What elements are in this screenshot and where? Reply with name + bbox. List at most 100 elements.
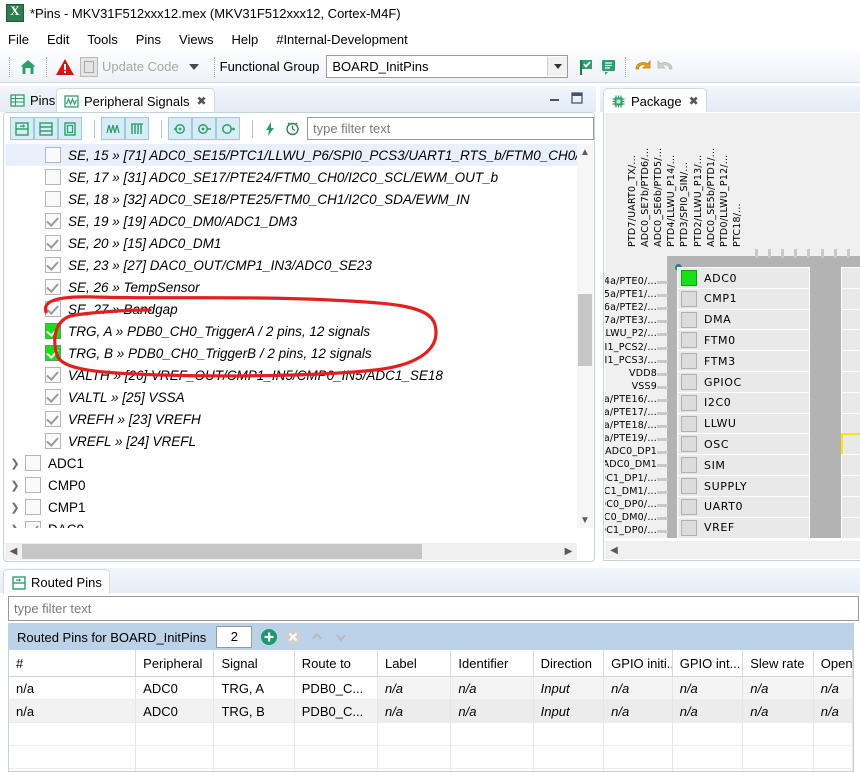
- chevron-down-icon[interactable]: ▼: [577, 512, 593, 528]
- routed-pins-count[interactable]: 2: [216, 626, 252, 648]
- show-package-icon[interactable]: [58, 117, 82, 140]
- tree-item[interactable]: ❯CMP0: [5, 474, 577, 496]
- peripheral-toggle[interactable]: [681, 436, 697, 452]
- tree-item[interactable]: VREFL » [24] VREFL: [5, 430, 577, 452]
- tree-item-checkbox[interactable]: [45, 191, 61, 207]
- package-peripheral-vref[interactable]: VREF: [677, 517, 810, 538]
- package-peripheral-slot[interactable]: [841, 392, 860, 414]
- package-diagram[interactable]: ADC1_SE4a/PTE0/...ADC1_SE5a/PTE1/...ADC1…: [605, 113, 860, 538]
- tree-item-checkbox[interactable]: [45, 411, 61, 427]
- tree-horizontal-scrollbar[interactable]: ◀ ▶: [5, 543, 577, 560]
- show-routed-icon[interactable]: [34, 117, 58, 140]
- undo-icon[interactable]: [633, 58, 652, 76]
- tree-item-checkbox[interactable]: [25, 477, 41, 493]
- package-peripheral-slot[interactable]: [841, 413, 860, 435]
- tree-item-checkbox[interactable]: [45, 279, 61, 295]
- table-cell[interactable]: n/a: [673, 677, 744, 700]
- tree-item[interactable]: VREFH » [23] VREFH: [5, 408, 577, 430]
- tree-item[interactable]: VALTH » [26] VREF_OUT/CMP1_IN5/CMP0_IN5/…: [5, 364, 577, 386]
- functional-group-select[interactable]: BOARD_InitPins: [326, 55, 568, 78]
- column-header[interactable]: Open: [814, 650, 853, 676]
- package-peripheral-slot[interactable]: [841, 309, 860, 331]
- tree-item[interactable]: SE, 17 » [31] ADC0_SE17/PTE24/FTM0_CH0/I…: [5, 166, 577, 188]
- home-icon[interactable]: [18, 57, 38, 77]
- package-peripheral-adc0[interactable]: ADC0: [677, 267, 810, 289]
- close-icon[interactable]: ✖: [689, 94, 699, 108]
- tab-routed-pins[interactable]: Routed Pins: [3, 569, 110, 594]
- package-peripheral-sim[interactable]: SIM: [677, 454, 810, 476]
- chevron-right-icon[interactable]: ❯: [5, 479, 25, 492]
- table-cell[interactable]: TRG, A: [214, 677, 294, 700]
- peripheral-toggle[interactable]: [681, 395, 697, 411]
- tree-item-checkbox[interactable]: [45, 301, 61, 317]
- peripheral-toggle[interactable]: [681, 457, 697, 473]
- package-peripheral-slot[interactable]: [841, 517, 860, 538]
- column-header[interactable]: GPIO initi...: [604, 650, 673, 676]
- menu-item-tools[interactable]: Tools: [87, 32, 117, 47]
- package-peripheral-osc[interactable]: OSC: [677, 433, 810, 455]
- menu-item-views[interactable]: Views: [179, 32, 213, 47]
- tree-item-checkbox[interactable]: [25, 499, 41, 515]
- tree-item-checkbox[interactable]: [45, 169, 61, 185]
- package-peripheral-slot[interactable]: [841, 267, 860, 289]
- tree-item[interactable]: SE, 20 » [15] ADC0_DM1: [5, 232, 577, 254]
- package-peripheral-cmp1[interactable]: CMP1: [677, 288, 810, 310]
- tree-item-checkbox[interactable]: [45, 433, 61, 449]
- table-cell[interactable]: TRG, B: [214, 700, 294, 723]
- peripheral-toggle[interactable]: [681, 499, 697, 515]
- chevron-left-icon[interactable]: ◀: [5, 546, 22, 557]
- tree-item[interactable]: ❯ADC1: [5, 452, 577, 474]
- package-peripheral-llwu[interactable]: LLWU: [677, 413, 810, 435]
- chevron-right-icon[interactable]: ❯: [5, 457, 25, 470]
- tree-item-checkbox[interactable]: [45, 323, 61, 339]
- chevron-right-icon[interactable]: ▶: [560, 546, 577, 557]
- table-cell[interactable]: Input: [534, 677, 605, 700]
- table-cell[interactable]: n/a: [743, 700, 814, 723]
- peripheral-toggle[interactable]: [681, 520, 697, 536]
- tree-item-checkbox[interactable]: [25, 521, 41, 528]
- table-cell[interactable]: n/a: [378, 677, 451, 700]
- chevron-up-icon[interactable]: ▲: [577, 144, 593, 160]
- menu-item-help[interactable]: Help: [231, 32, 258, 47]
- table-cell[interactable]: Input: [534, 700, 605, 723]
- package-peripheral-slot[interactable]: [841, 329, 860, 351]
- table-cell[interactable]: n/a: [814, 700, 853, 723]
- tree-item[interactable]: SE, 19 » [19] ADC0_DM0/ADC1_DM3: [5, 210, 577, 232]
- warning-icon[interactable]: [55, 57, 75, 77]
- tree-item-checkbox[interactable]: [45, 367, 61, 383]
- minimize-icon[interactable]: [548, 91, 562, 105]
- table-cell[interactable]: n/a: [451, 677, 533, 700]
- peripheral-toggle[interactable]: [681, 478, 697, 494]
- signal-bus-icon[interactable]: [125, 117, 149, 140]
- chevron-down-icon[interactable]: [189, 64, 199, 70]
- table-cell[interactable]: n/a: [743, 677, 814, 700]
- tree-item[interactable]: SE, 27 » Bandgap: [5, 298, 577, 320]
- table-cell[interactable]: n/a: [378, 700, 451, 723]
- package-peripheral-ftm0[interactable]: FTM0: [677, 329, 810, 351]
- package-peripheral-slot[interactable]: [841, 288, 860, 310]
- package-peripheral-slot[interactable]: [841, 496, 860, 518]
- table-cell[interactable]: PDB0_C...: [295, 700, 378, 723]
- table-row[interactable]: n/aADC0TRG, APDB0_C...n/an/aInputn/an/an…: [9, 677, 853, 700]
- pin-out-icon[interactable]: [192, 117, 216, 140]
- package-peripheral-slot[interactable]: [841, 475, 860, 497]
- peripheral-toggle[interactable]: [681, 374, 697, 390]
- column-header[interactable]: Signal: [214, 650, 294, 676]
- scrollbar-thumb[interactable]: [22, 544, 422, 559]
- column-header[interactable]: #: [9, 650, 136, 676]
- pin-in-icon[interactable]: [168, 117, 192, 140]
- tree-vertical-scrollbar[interactable]: ▲ ▼: [577, 144, 593, 528]
- tab-package[interactable]: Package ✖: [603, 88, 707, 113]
- scrollbar-thumb[interactable]: [578, 294, 592, 366]
- table-cell[interactable]: n/a: [604, 700, 673, 723]
- chevron-left-icon[interactable]: ◀: [605, 545, 623, 556]
- table-cell[interactable]: ADC0: [136, 677, 214, 700]
- power-icon[interactable]: [259, 118, 281, 139]
- close-icon[interactable]: ✖: [197, 94, 207, 108]
- package-peripheral-slot[interactable]: [841, 350, 860, 372]
- menu-item-internal-development[interactable]: #Internal-Development: [276, 32, 408, 47]
- chevron-right-icon[interactable]: ❯: [5, 523, 25, 529]
- column-header[interactable]: Label: [378, 650, 451, 676]
- tree-item[interactable]: SE, 23 » [27] DAC0_OUT/CMP1_IN3/ADC0_SE2…: [5, 254, 577, 276]
- add-icon[interactable]: [259, 627, 279, 647]
